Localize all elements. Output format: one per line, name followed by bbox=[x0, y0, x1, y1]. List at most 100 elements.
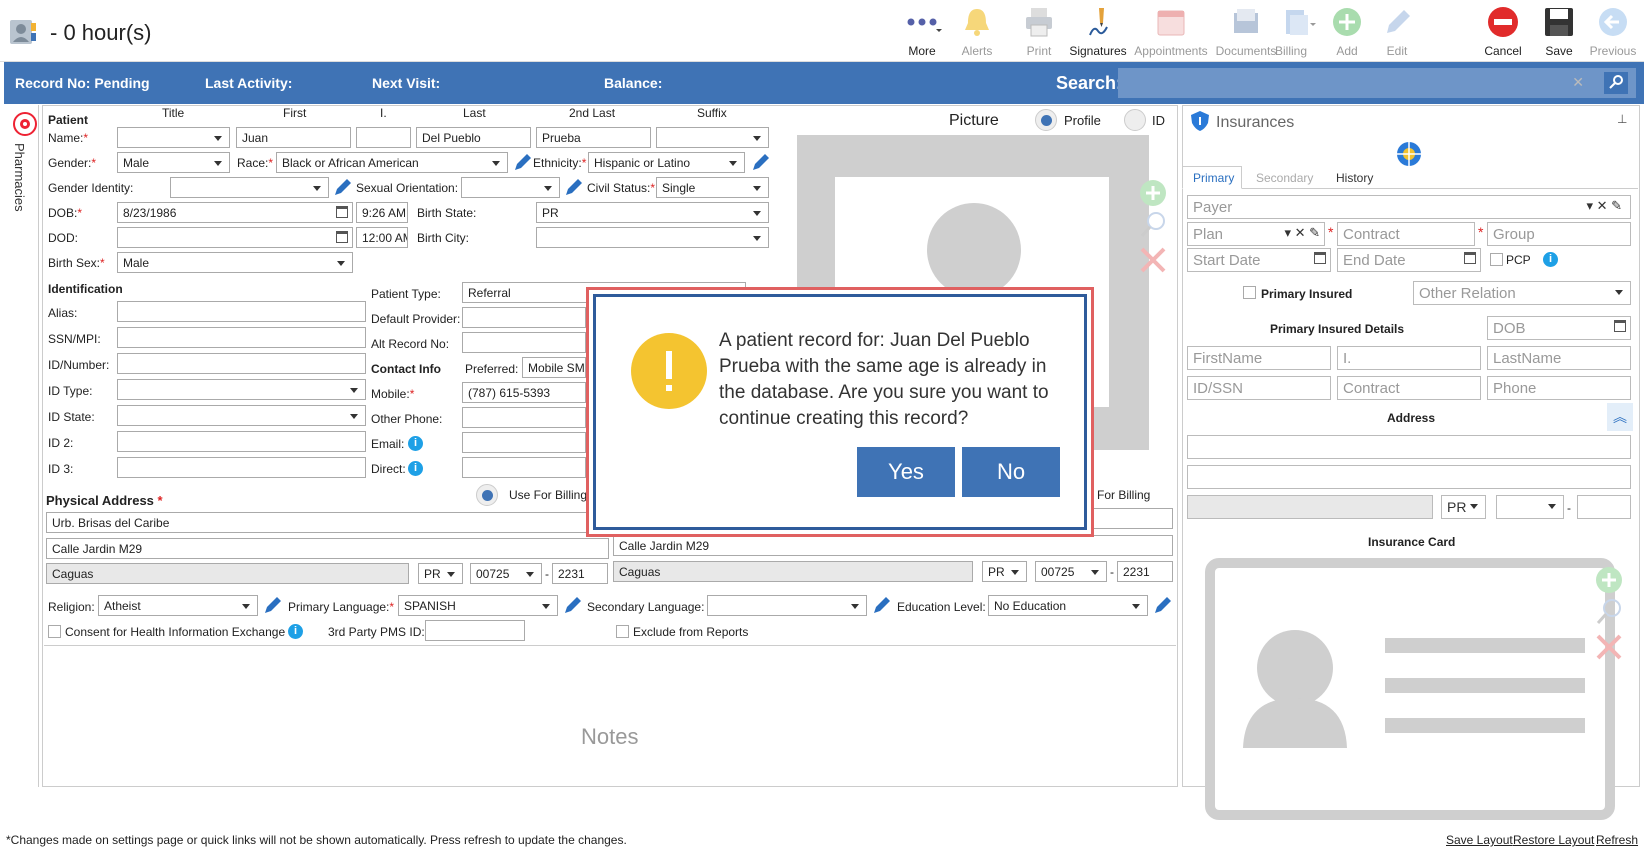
id-radio[interactable] bbox=[1124, 109, 1146, 131]
zoom-card-icon[interactable] bbox=[1594, 597, 1624, 627]
group-input[interactable]: Group bbox=[1487, 222, 1631, 246]
secondary-language-select[interactable] bbox=[707, 595, 867, 616]
notes-area[interactable]: Notes bbox=[44, 645, 1176, 785]
previous-button[interactable]: Previous bbox=[1584, 4, 1642, 60]
consent-checkbox[interactable] bbox=[48, 625, 61, 638]
insured-initial-input[interactable]: I. bbox=[1337, 346, 1481, 370]
secondary-language-edit-icon[interactable] bbox=[871, 595, 891, 615]
clear-search-icon[interactable]: ✕ bbox=[1572, 74, 1584, 91]
start-date-calendar-icon[interactable] bbox=[1314, 252, 1326, 264]
insured-lastname-input[interactable]: LastName bbox=[1487, 346, 1631, 370]
direct-input[interactable] bbox=[462, 457, 586, 478]
religion-edit-icon[interactable] bbox=[262, 595, 282, 615]
end-date-calendar-icon[interactable] bbox=[1464, 252, 1476, 264]
education-level-select[interactable]: No Education bbox=[988, 595, 1148, 616]
insured-city-input[interactable] bbox=[1187, 495, 1433, 519]
pcp-info-icon[interactable]: i bbox=[1543, 252, 1558, 267]
add-picture-icon[interactable] bbox=[1138, 178, 1168, 208]
sexual-orientation-edit-icon[interactable] bbox=[563, 177, 583, 197]
suffix-select[interactable] bbox=[656, 127, 769, 148]
race-select[interactable]: Black or African American bbox=[276, 152, 508, 173]
race-edit-icon[interactable] bbox=[512, 152, 532, 172]
billing-zip-select[interactable]: 00725 bbox=[1035, 561, 1107, 582]
exclude-reports-checkbox[interactable] bbox=[616, 625, 629, 638]
insured-state-select[interactable]: PR bbox=[1441, 495, 1486, 519]
insured-id-ssn-input[interactable]: ID/SSN bbox=[1187, 376, 1331, 400]
education-level-edit-icon[interactable] bbox=[1152, 595, 1172, 615]
id-number-input[interactable] bbox=[117, 353, 366, 374]
birth-city-select[interactable] bbox=[536, 227, 769, 248]
profile-radio[interactable] bbox=[1035, 109, 1057, 131]
appointments-button[interactable]: Appointments bbox=[1131, 4, 1211, 60]
sexual-orientation-select[interactable] bbox=[461, 177, 560, 198]
insured-zip-select[interactable] bbox=[1496, 495, 1564, 519]
id2-input[interactable] bbox=[117, 431, 366, 452]
save-layout-link[interactable]: Save Layout bbox=[1446, 833, 1513, 847]
billing-button[interactable]: Billing bbox=[1268, 4, 1328, 60]
direct-info-icon[interactable]: i bbox=[408, 461, 423, 476]
use-for-billing-radio[interactable] bbox=[476, 484, 498, 506]
billing-zip4-input[interactable]: 2231 bbox=[1117, 561, 1173, 582]
insured-dob-input[interactable]: DOB bbox=[1487, 316, 1631, 340]
alias-input[interactable] bbox=[117, 301, 366, 322]
refresh-link[interactable]: Refresh bbox=[1596, 833, 1638, 847]
second-last-input[interactable]: Prueba bbox=[536, 127, 651, 148]
birth-state-select[interactable]: PR bbox=[536, 202, 769, 223]
alt-record-input[interactable] bbox=[462, 332, 586, 353]
ssn-input[interactable] bbox=[117, 327, 366, 348]
civil-status-select[interactable]: Single bbox=[656, 177, 769, 198]
tab-secondary[interactable]: Secondary bbox=[1256, 171, 1313, 185]
insured-address-line2[interactable] bbox=[1187, 465, 1631, 489]
insured-phone-input[interactable]: Phone bbox=[1487, 376, 1631, 400]
plan-select[interactable]: Plan ▾ ✕ ✎ bbox=[1187, 222, 1325, 246]
consent-info-icon[interactable]: i bbox=[288, 624, 303, 639]
id-state-select[interactable] bbox=[117, 405, 366, 426]
other-phone-input[interactable] bbox=[462, 407, 586, 428]
address-line2-input[interactable]: Calle Jardin M29 bbox=[46, 538, 609, 559]
pcp-checkbox[interactable] bbox=[1490, 253, 1503, 266]
zip-select[interactable]: 00725 bbox=[470, 563, 542, 584]
contract-input[interactable]: Contract bbox=[1337, 222, 1475, 246]
email-input[interactable] bbox=[462, 432, 586, 453]
id-type-select[interactable] bbox=[117, 379, 366, 400]
more-button[interactable]: More bbox=[895, 4, 949, 60]
third-party-input[interactable] bbox=[425, 620, 525, 641]
default-provider-input[interactable] bbox=[462, 307, 586, 328]
gender-identity-edit-icon[interactable] bbox=[332, 177, 352, 197]
insured-zip4-input[interactable] bbox=[1577, 495, 1631, 519]
save-button[interactable]: Save bbox=[1532, 4, 1586, 60]
end-date-input[interactable]: End Date bbox=[1337, 248, 1481, 272]
birth-sex-select[interactable]: Male bbox=[117, 252, 353, 273]
dob-input[interactable]: 8/23/1986 bbox=[117, 202, 353, 223]
dob-time-input[interactable]: 9:26 AM bbox=[356, 202, 408, 223]
last-name-input[interactable]: Del Pueblo bbox=[416, 127, 531, 148]
middle-initial-input[interactable] bbox=[356, 127, 411, 148]
tab-history[interactable]: History bbox=[1336, 171, 1373, 185]
collapse-address-icon[interactable]: ︽ bbox=[1607, 403, 1633, 431]
zip4-input[interactable]: 2231 bbox=[552, 563, 608, 584]
payer-select[interactable]: Payer ▾ ✕ ✎ bbox=[1187, 195, 1631, 219]
id3-input[interactable] bbox=[117, 457, 366, 478]
insured-dob-calendar-icon[interactable] bbox=[1614, 320, 1626, 332]
yes-button[interactable]: Yes bbox=[857, 447, 955, 497]
tab-primary[interactable]: Primary bbox=[1182, 166, 1242, 189]
dod-calendar-icon[interactable] bbox=[336, 231, 348, 243]
add-card-icon[interactable] bbox=[1594, 565, 1624, 595]
delete-picture-icon[interactable] bbox=[1138, 245, 1168, 275]
gender-identity-select[interactable] bbox=[170, 177, 329, 198]
address-line1-input[interactable]: Urb. Brisas del Caribe bbox=[46, 512, 609, 533]
payer-actions-icon[interactable]: ▾ ✕ ✎ bbox=[1586, 198, 1622, 214]
gender-select[interactable]: Male bbox=[117, 152, 230, 173]
billing-address-line2-input[interactable]: Calle Jardin M29 bbox=[613, 535, 1173, 556]
insured-contract-input[interactable]: Contract bbox=[1337, 376, 1481, 400]
zoom-picture-icon[interactable] bbox=[1138, 210, 1168, 240]
religion-select[interactable]: Atheist bbox=[98, 595, 258, 616]
no-button[interactable]: No bbox=[962, 447, 1060, 497]
pin-icon[interactable]: ⊥ bbox=[1617, 112, 1627, 126]
primary-insured-checkbox[interactable] bbox=[1243, 286, 1256, 299]
mobile-input[interactable]: (787) 615-5393 bbox=[462, 382, 586, 403]
print-button[interactable]: Print bbox=[1012, 4, 1066, 60]
primary-language-select[interactable]: SPANISH bbox=[398, 595, 558, 616]
first-name-input[interactable]: Juan bbox=[236, 127, 351, 148]
other-relation-select[interactable]: Other Relation bbox=[1413, 281, 1631, 305]
